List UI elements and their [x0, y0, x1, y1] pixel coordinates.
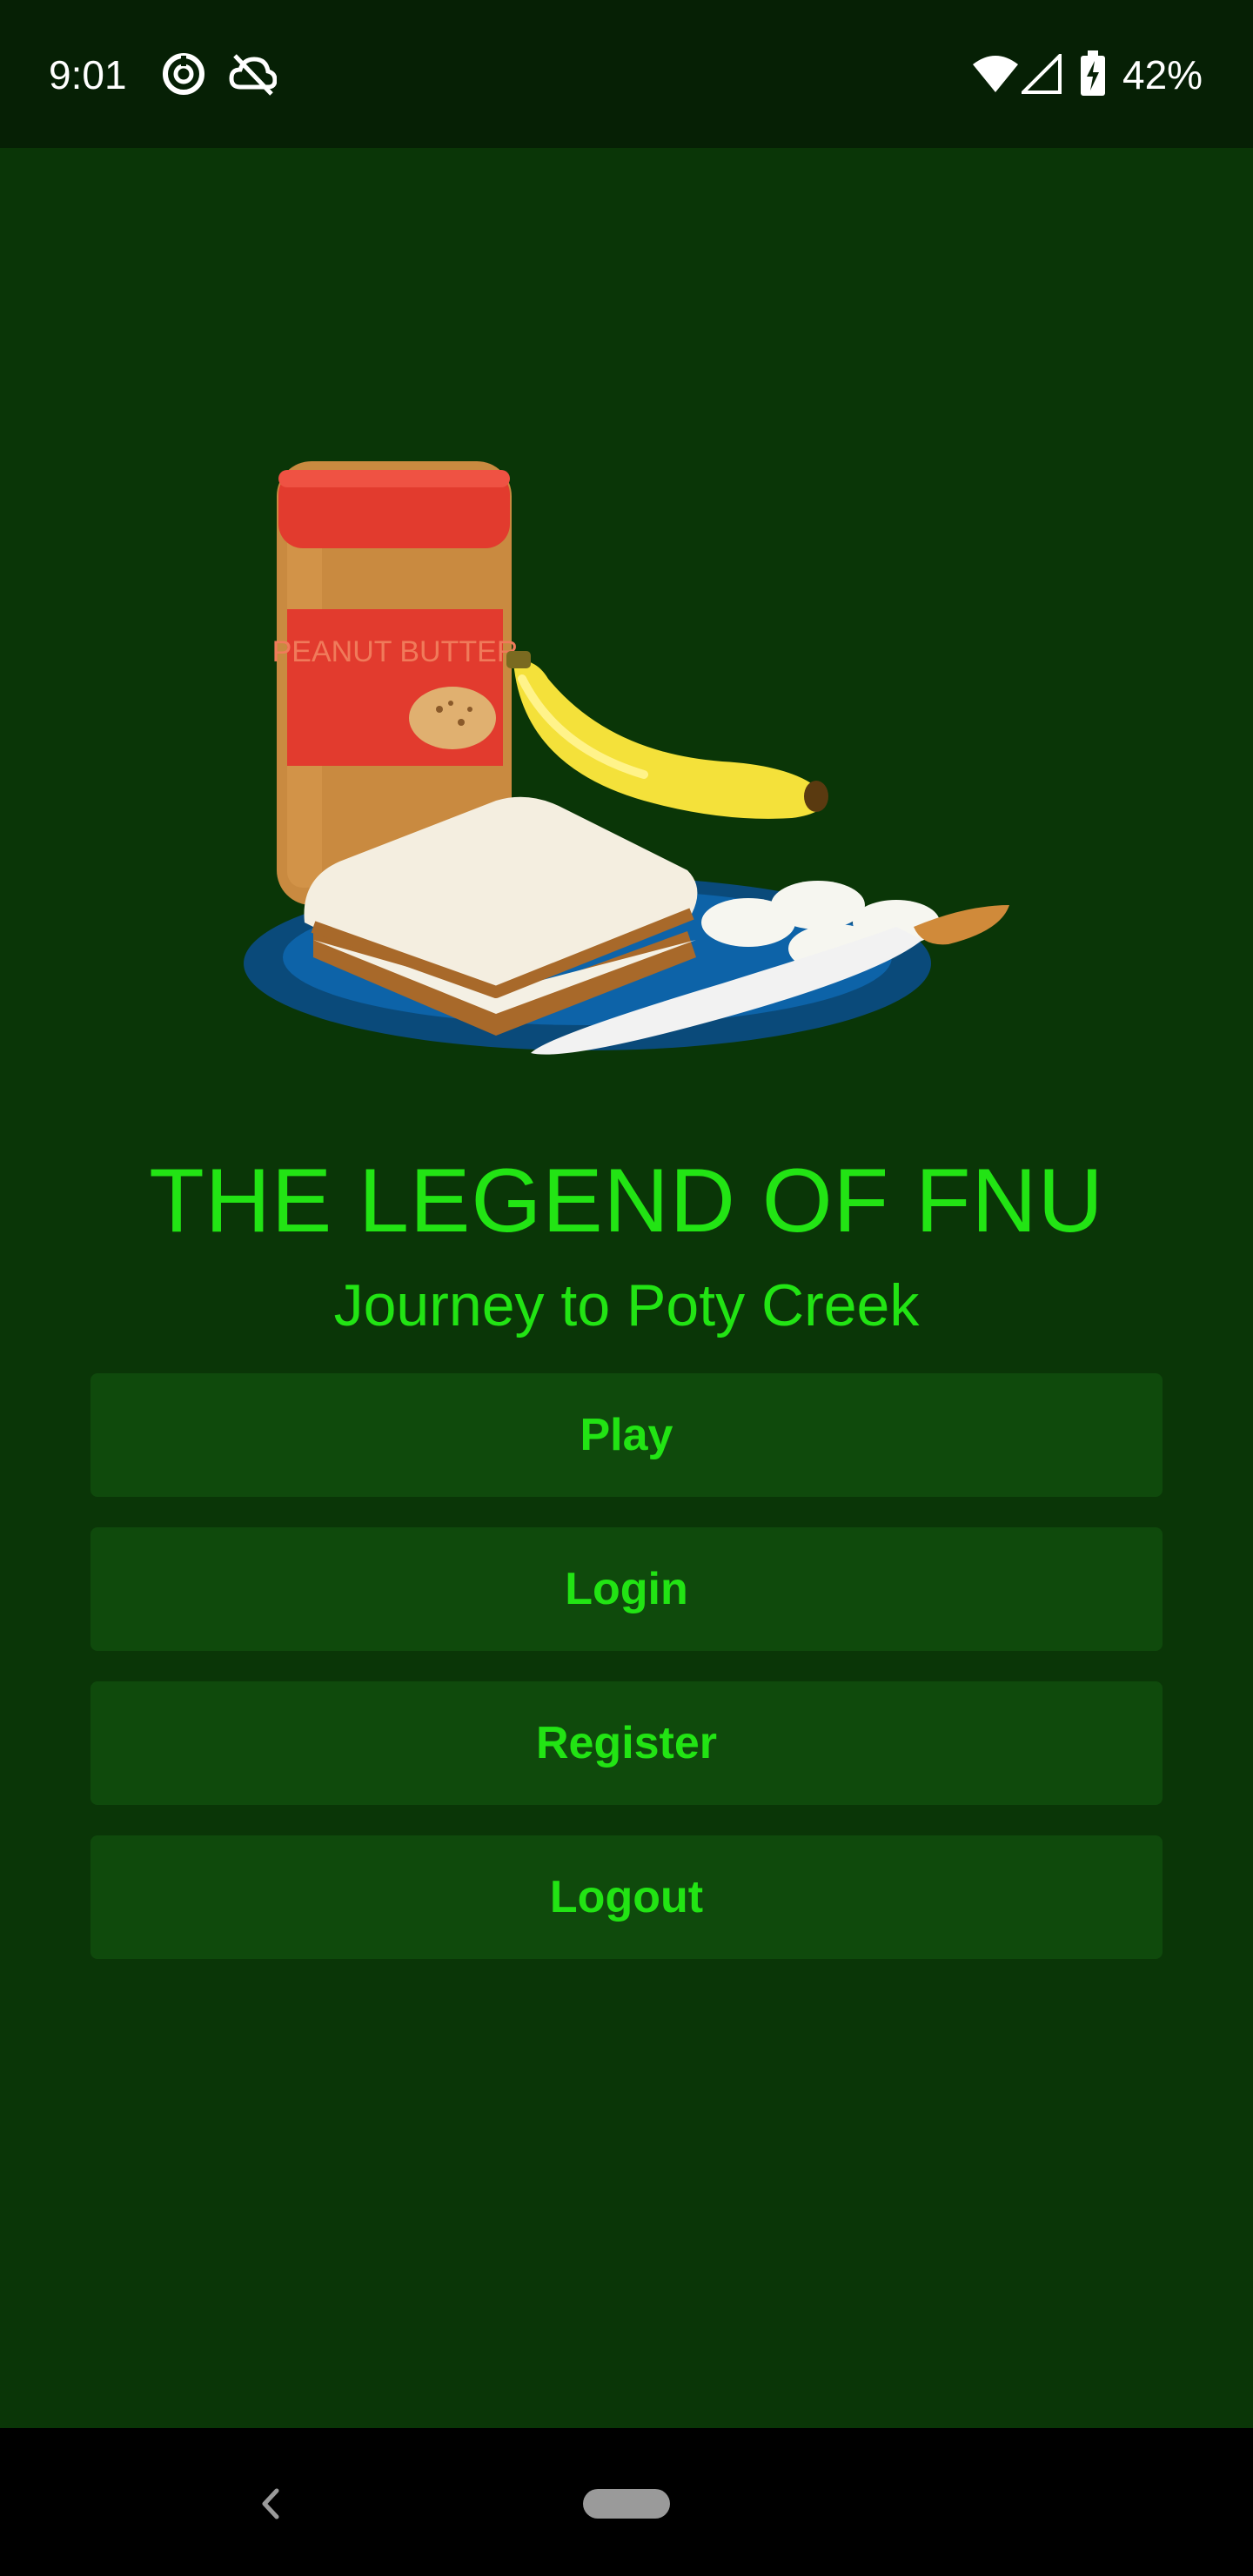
- play-button[interactable]: Play: [90, 1373, 1163, 1497]
- home-pill-icon[interactable]: [583, 2489, 670, 2519]
- navigation-bar: [0, 2428, 1253, 2576]
- game-title: THE LEGEND OF FNU: [149, 1150, 1104, 1251]
- back-icon[interactable]: [252, 2473, 287, 2534]
- status-time: 9:01: [49, 52, 127, 97]
- wifi-icon: [973, 56, 1018, 92]
- register-button[interactable]: Register: [90, 1681, 1163, 1805]
- hero-illustration: PEANUT BUTTER: [244, 461, 1009, 1055]
- svg-text:PEANUT BUTTER: PEANUT BUTTER: [272, 635, 519, 668]
- status-bar: 9:01 42%: [0, 0, 1253, 148]
- login-button[interactable]: Login: [90, 1527, 1163, 1651]
- game-subtitle: Journey to Poty Creek: [333, 1272, 920, 1338]
- logout-button[interactable]: Logout: [90, 1835, 1163, 1959]
- data-saver-icon: [163, 53, 204, 95]
- battery-percent: 42%: [1122, 52, 1203, 97]
- sync-off-icon: [229, 54, 277, 96]
- battery-charging-icon: [1081, 50, 1105, 96]
- banana-icon: [506, 651, 828, 819]
- cell-signal-icon: [1022, 54, 1062, 94]
